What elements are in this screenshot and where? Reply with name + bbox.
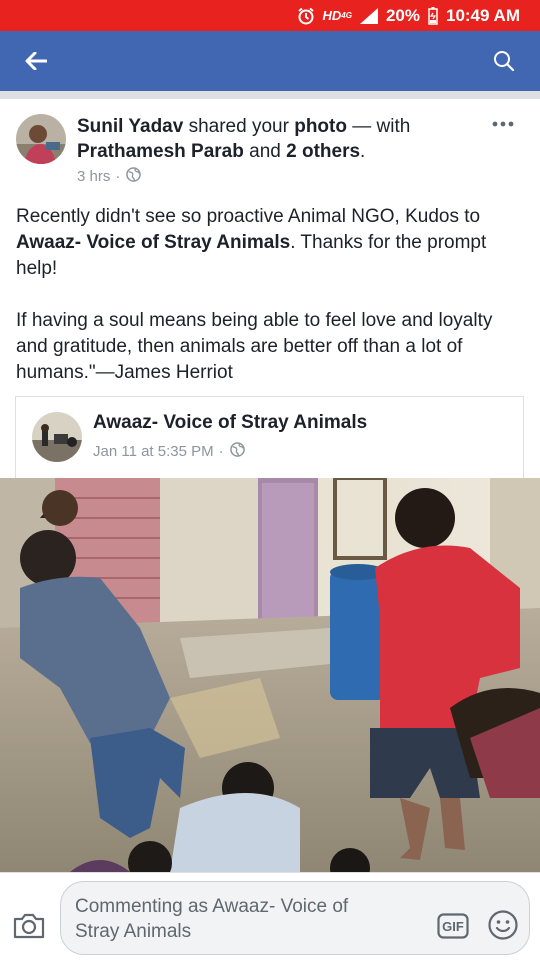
signal-icon — [359, 7, 378, 24]
photo-link[interactable]: photo — [294, 116, 347, 137]
gif-label: GIF — [442, 919, 464, 934]
globe-icon — [229, 442, 245, 461]
battery-percent: 20% — [385, 5, 420, 25]
post-time[interactable]: 3 hrs — [77, 168, 110, 185]
tagged-others[interactable]: 2 others — [286, 141, 360, 162]
more-dots-icon — [492, 121, 514, 127]
camera-icon — [13, 913, 45, 939]
gif-button[interactable]: GIF — [437, 913, 469, 939]
section-divider — [0, 91, 540, 99]
post-body: Recently didn't see so proactive Animal … — [16, 204, 526, 386]
post-header: Sunil Yadav shared your photo — with Pra… — [16, 114, 526, 194]
post-meta: 3 hrs · — [77, 167, 142, 186]
post-headline: Sunil Yadav shared your photo — with Pra… — [77, 116, 411, 162]
shared-post-meta: Jan 11 at 5:35 PM · — [93, 442, 245, 461]
shared-page-name[interactable]: Awaaz- Voice of Stray Animals — [93, 412, 367, 434]
back-button[interactable] — [18, 43, 54, 79]
page-mention[interactable]: Awaaz- Voice of Stray Animals — [16, 232, 290, 253]
shared-post-card[interactable]: Awaaz- Voice of Stray Animals Jan 11 at … — [15, 396, 524, 478]
back-arrow-icon — [25, 52, 47, 70]
camera-button[interactable] — [12, 911, 48, 943]
comment-placeholder: Commenting as Awaaz- Voice of Stray Anim… — [75, 896, 349, 942]
battery-icon — [428, 6, 438, 25]
comment-input[interactable]: Commenting as Awaaz- Voice of Stray Anim… — [60, 881, 530, 955]
author-avatar[interactable] — [16, 114, 66, 164]
clock-time: 10:49 AM — [445, 5, 520, 25]
more-options-button[interactable] — [488, 114, 518, 134]
post-paragraph-1: Recently didn't see so proactive Animal … — [16, 206, 487, 279]
globe-icon — [126, 167, 142, 186]
tagged-person[interactable]: Prathamesh Parab — [77, 141, 244, 162]
app-bar — [0, 31, 540, 91]
emoji-button[interactable] — [487, 909, 519, 941]
post-paragraph-2: If having a soul means being able to fee… — [16, 310, 493, 383]
alarm-icon — [297, 7, 315, 25]
smiley-icon — [488, 910, 518, 940]
search-button[interactable] — [486, 43, 522, 79]
network-indicator: HD 4G — [322, 8, 352, 23]
search-icon — [494, 51, 515, 72]
status-bar: HD 4G 20% 10:49 AM — [0, 0, 540, 31]
post-photo[interactable] — [0, 478, 540, 872]
shared-post-date[interactable]: Jan 11 at 5:35 PM — [93, 443, 214, 460]
author-name[interactable]: Sunil Yadav — [77, 116, 183, 137]
comment-bar: Commenting as Awaaz- Voice of Stray Anim… — [0, 872, 540, 960]
page-avatar[interactable] — [32, 412, 82, 462]
